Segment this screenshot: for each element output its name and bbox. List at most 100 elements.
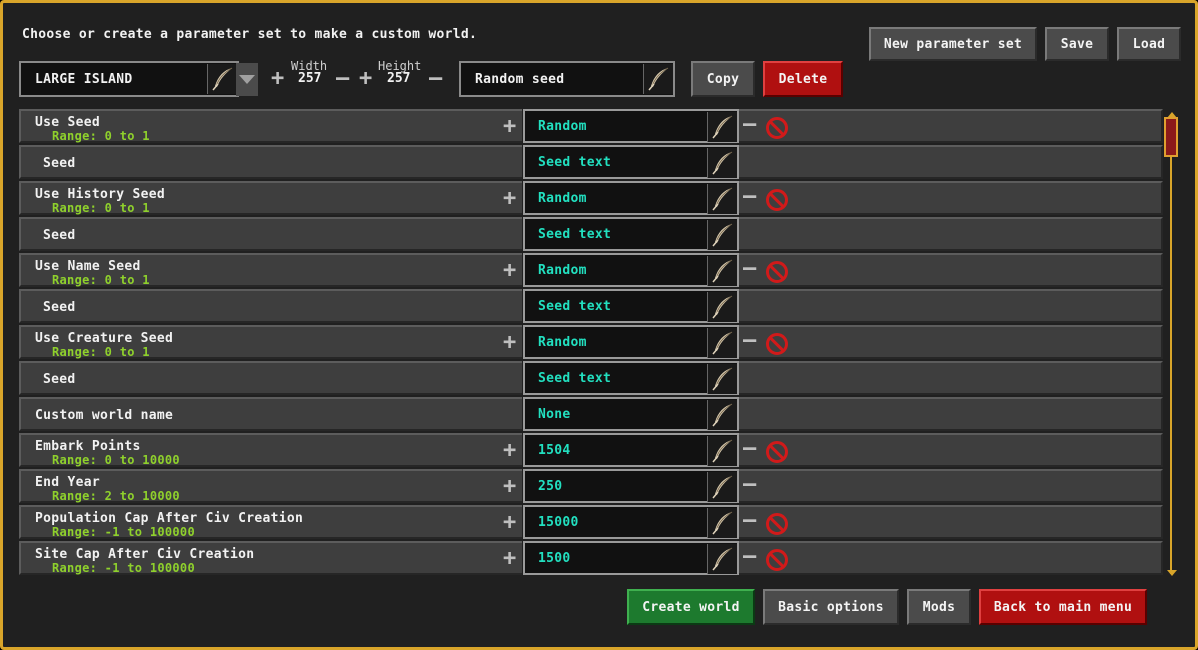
quill-icon[interactable] [707, 292, 737, 322]
quill-icon[interactable] [707, 112, 737, 142]
parameter-label-cell: Seed [19, 289, 522, 323]
quill-icon[interactable] [643, 64, 673, 94]
load-button[interactable]: Load [1117, 27, 1181, 61]
minus-icon[interactable]: — [743, 330, 756, 352]
parameter-range: Range: 0 to 10000 [52, 453, 180, 467]
width-value: 257 [298, 71, 322, 86]
minus-icon[interactable]: — [743, 258, 756, 280]
parameter-row: Use Seed Range: 0 to 1 + Random — [19, 109, 1163, 143]
plus-icon[interactable]: + [503, 116, 516, 138]
seed-field[interactable]: Random seed [459, 61, 675, 97]
parameter-value-field[interactable]: 1500 [523, 541, 739, 575]
scroll-track[interactable] [1170, 116, 1172, 574]
parameter-value-field[interactable]: 1504 [523, 433, 739, 467]
parameter-name: Use Creature Seed [35, 331, 174, 346]
parameter-controls-cell [739, 469, 1163, 503]
parameter-label-cell: Site Cap After Civ Creation Range: -1 to … [19, 541, 522, 575]
parameter-label-cell: Use History Seed Range: 0 to 1 + [19, 181, 522, 215]
height-minus-icon[interactable]: — [429, 68, 442, 90]
prohibited-icon[interactable] [766, 117, 788, 139]
prohibited-icon[interactable] [766, 549, 788, 571]
parameter-name: Seed [43, 156, 76, 171]
quill-icon[interactable] [707, 184, 737, 214]
parameter-value-field[interactable]: None [523, 397, 739, 431]
parameter-value-field[interactable]: Random [523, 109, 739, 143]
scroll-thumb[interactable] [1164, 117, 1178, 157]
quill-icon[interactable] [707, 508, 737, 538]
plus-icon[interactable]: + [503, 332, 516, 354]
parameter-controls-cell [739, 289, 1163, 323]
minus-icon[interactable]: — [743, 186, 756, 208]
prohibited-icon[interactable] [766, 333, 788, 355]
back-to-main-menu-button[interactable]: Back to main menu [979, 589, 1147, 625]
seed-value: Random seed [475, 72, 565, 87]
parameter-value-field[interactable]: Seed text [523, 217, 739, 251]
delete-button[interactable]: Delete [763, 61, 843, 97]
parameter-value-field[interactable]: Random [523, 181, 739, 215]
plus-icon[interactable]: + [503, 188, 516, 210]
parameter-label-cell: Embark Points Range: 0 to 10000 + [19, 433, 522, 467]
parameter-value-field[interactable]: Seed text [523, 361, 739, 395]
scrollbar[interactable] [1164, 112, 1180, 576]
quill-icon[interactable] [707, 472, 737, 502]
save-button[interactable]: Save [1045, 27, 1109, 61]
height-value: 257 [387, 71, 411, 86]
parameter-name: Site Cap After Civ Creation [35, 547, 255, 562]
parameter-label-cell: Use Creature Seed Range: 0 to 1 + [19, 325, 522, 359]
copy-button[interactable]: Copy [691, 61, 755, 97]
plus-icon[interactable]: + [503, 260, 516, 282]
height-plus-icon[interactable]: + [359, 68, 372, 90]
minus-icon[interactable]: — [743, 474, 756, 496]
parameter-range: Range: 0 to 1 [52, 273, 150, 287]
mods-button[interactable]: Mods [907, 589, 971, 625]
parameter-name: Seed [43, 300, 76, 315]
new-parameter-set-button[interactable]: New parameter set [869, 27, 1037, 61]
parameter-value-field[interactable]: 250 [523, 469, 739, 503]
parameter-value: 1500 [538, 551, 571, 566]
plus-icon[interactable]: + [503, 548, 516, 570]
quill-icon[interactable] [707, 400, 737, 430]
minus-icon[interactable]: — [743, 510, 756, 532]
quill-icon[interactable] [207, 64, 237, 94]
width-plus-icon[interactable]: + [271, 68, 284, 90]
quill-icon[interactable] [707, 328, 737, 358]
parameter-range: Range: -1 to 100000 [52, 525, 195, 539]
plus-icon[interactable]: + [503, 476, 516, 498]
parameter-range: Range: -1 to 100000 [52, 561, 195, 575]
prohibited-icon[interactable] [766, 441, 788, 463]
parameter-controls-cell [739, 145, 1163, 179]
parameter-value-field[interactable]: Random [523, 253, 739, 287]
parameter-value-field[interactable]: Random [523, 325, 739, 359]
basic-options-button[interactable]: Basic options [763, 589, 899, 625]
quill-icon[interactable] [707, 364, 737, 394]
parameter-controls-cell [739, 325, 1163, 359]
minus-icon[interactable]: — [743, 546, 756, 568]
parameter-row: Seed Seed text [19, 289, 1163, 323]
parameter-value-field[interactable]: Seed text [523, 145, 739, 179]
quill-icon[interactable] [707, 544, 737, 574]
parameter-value: 15000 [538, 515, 579, 530]
parameter-value-field[interactable]: Seed text [523, 289, 739, 323]
scroll-down-icon[interactable] [1167, 570, 1177, 576]
parameter-set-field[interactable]: LARGE ISLAND [19, 61, 239, 97]
parameter-value-field[interactable]: 15000 [523, 505, 739, 539]
minus-icon[interactable]: — [743, 438, 756, 460]
parameter-list: Use Seed Range: 0 to 1 + Random — Seed Seed te… [19, 109, 1163, 577]
quill-icon[interactable] [707, 256, 737, 286]
prohibited-icon[interactable] [766, 189, 788, 211]
plus-icon[interactable]: + [503, 440, 516, 462]
create-world-button[interactable]: Create world [627, 589, 755, 625]
minus-icon[interactable]: — [743, 114, 756, 136]
prohibited-icon[interactable] [766, 513, 788, 535]
plus-icon[interactable]: + [503, 512, 516, 534]
parameter-range: Range: 0 to 1 [52, 129, 150, 143]
dropdown-arrow-icon[interactable] [236, 63, 258, 96]
parameter-name: Seed [43, 228, 76, 243]
parameter-label-cell: Seed [19, 145, 522, 179]
quill-icon[interactable] [707, 220, 737, 250]
parameter-label-cell: Seed [19, 361, 522, 395]
width-minus-icon[interactable]: — [336, 68, 349, 90]
quill-icon[interactable] [707, 148, 737, 178]
prohibited-icon[interactable] [766, 261, 788, 283]
quill-icon[interactable] [707, 436, 737, 466]
